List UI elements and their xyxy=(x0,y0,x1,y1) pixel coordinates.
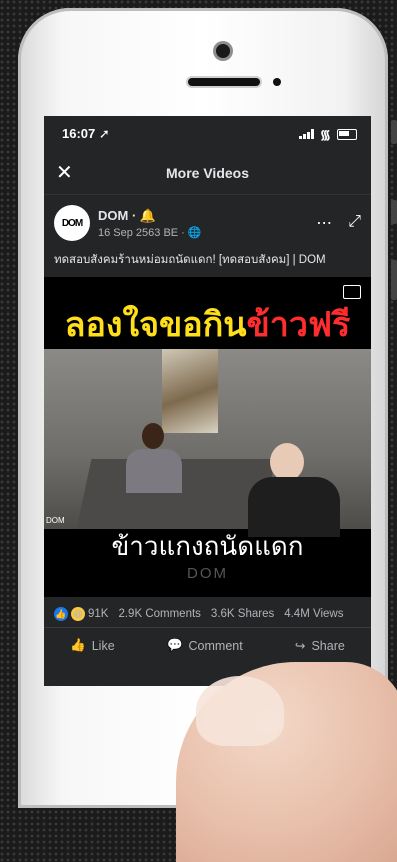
views-count: 4.4M Views xyxy=(284,608,344,620)
phone-side-button xyxy=(391,120,397,144)
thumb-nail xyxy=(196,676,284,746)
status-icons: ᯾ xyxy=(298,125,357,143)
earpiece-speaker xyxy=(188,78,260,86)
video-subtitle: ข้าวแกงถนัดแดก xyxy=(111,531,304,561)
close-icon[interactable]: ✕ xyxy=(56,160,73,185)
post-header: DOM DOM · 🔔 16 Sep 2563 BE · 🌐 ⋯ ⤢ xyxy=(44,195,371,247)
corner-logo: DOM xyxy=(46,516,65,525)
post-header-actions: ⋯ ⤢ xyxy=(316,213,361,233)
post-actions: 👍 Like 💬 Comment ↪ Share xyxy=(44,628,371,663)
author-name[interactable]: DOM · 🔔 xyxy=(98,208,316,224)
phone-side-button xyxy=(391,200,397,224)
video-watermark: DOM xyxy=(187,565,228,582)
like-label: Like xyxy=(91,638,115,653)
video-player[interactable]: ลองใจขอกินข้าวฟรี DOM ข้าวแกงถนัดแดก DOM xyxy=(44,277,371,597)
share-button[interactable]: ↪ Share xyxy=(294,638,345,654)
like-button[interactable]: 👍 Like xyxy=(70,638,115,653)
more-options-icon[interactable]: ⋯ xyxy=(316,213,332,233)
banner-yellow-text: ลองใจขอกิน xyxy=(64,306,247,344)
front-camera xyxy=(216,44,230,58)
post-meta: DOM · 🔔 16 Sep 2563 BE · 🌐 xyxy=(98,208,316,239)
comment-icon: 💬 xyxy=(166,638,183,652)
status-bar: 16:07 ➚ ᯾ xyxy=(44,116,371,152)
video-title-banner: ลองใจขอกินข้าวฟรี xyxy=(44,305,371,345)
signal-icon xyxy=(298,129,314,139)
wifi-icon: ᯾ xyxy=(319,127,331,142)
phone-side-button xyxy=(391,260,397,300)
header-title: More Videos xyxy=(166,165,249,181)
comment-button[interactable]: 💬 Comment xyxy=(167,638,243,653)
comment-label: Comment xyxy=(188,638,243,653)
status-time: 16:07 ➚ xyxy=(62,126,110,141)
phone-screen: 16:07 ➚ ᯾ ✕ More Videos DOM DOM · 🔔 16 S… xyxy=(44,116,371,686)
proximity-sensor xyxy=(273,78,281,86)
reactions-count: 91K xyxy=(88,608,109,620)
share-icon: ↪ xyxy=(294,639,306,653)
post-stats: 👍 😆 91K 2.9K Comments 3.6K Shares 4.4M V… xyxy=(44,597,371,628)
battery-icon xyxy=(337,128,357,140)
shares-count[interactable]: 3.6K Shares xyxy=(211,608,274,620)
cast-icon[interactable] xyxy=(343,285,361,299)
wall-poster xyxy=(162,349,218,433)
comments-count[interactable]: 2.9K Comments xyxy=(118,608,200,620)
like-reaction-icon: 👍 xyxy=(54,607,68,621)
haha-reaction-icon: 😆 xyxy=(71,607,85,621)
post-caption: ทดสอบสังคมร้านหม่อมถนัดแดก! [ทดสอบสังคม]… xyxy=(54,254,326,266)
person-right xyxy=(248,443,340,537)
person-left xyxy=(126,423,182,493)
post-date: 16 Sep 2563 BE · 🌐 xyxy=(98,226,202,239)
reactions[interactable]: 👍 😆 91K xyxy=(54,607,108,621)
like-icon: 👍 xyxy=(70,638,86,652)
banner-red-text: ข้าวฟรี xyxy=(246,306,351,344)
avatar[interactable]: DOM xyxy=(54,205,90,241)
video-scene: DOM xyxy=(44,349,371,537)
more-videos-header: ✕ More Videos xyxy=(44,152,371,195)
share-label: Share xyxy=(311,638,345,653)
expand-icon[interactable]: ⤢ xyxy=(348,213,361,233)
